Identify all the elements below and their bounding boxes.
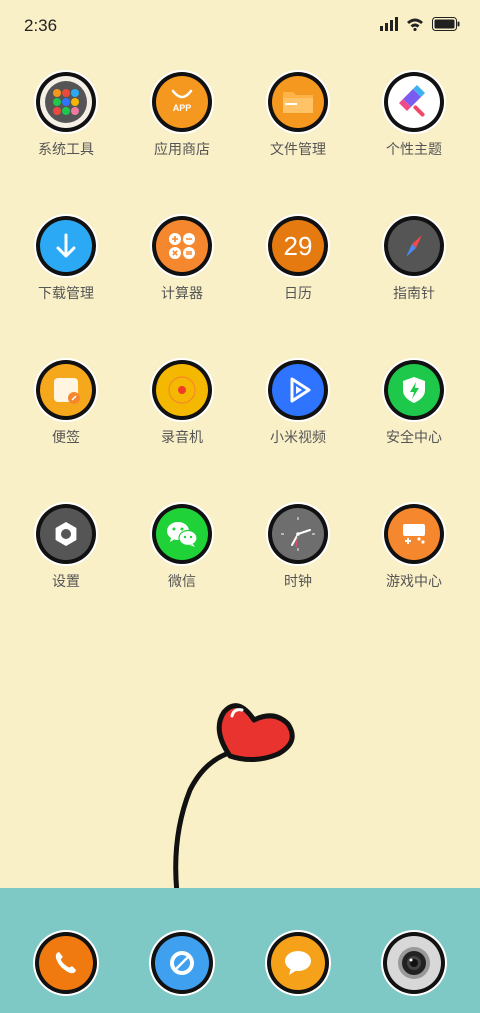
app-icon-ring [384, 504, 444, 564]
system-tools-icon [40, 76, 92, 128]
dock-browser[interactable] [151, 932, 213, 994]
app-store-icon: APP [156, 76, 208, 128]
app-label: 计算器 [161, 286, 203, 302]
app-icon-ring [152, 216, 212, 276]
app-icon-ring [36, 72, 96, 132]
battery-icon [432, 16, 460, 35]
app-wechat[interactable]: 微信 [124, 504, 240, 592]
app-app-store[interactable]: APP 应用商店 [124, 72, 240, 160]
calendar-icon: 29 [272, 220, 324, 272]
settings-icon [40, 508, 92, 560]
camera-icon [387, 936, 441, 990]
app-label: 时钟 [284, 574, 312, 590]
app-grid: 系统工具 APP 应用商店 文件管理 个性主题 下载管理 计算器 29 日历 指… [0, 72, 480, 592]
app-icon-ring [36, 504, 96, 564]
game-center-icon [388, 508, 440, 560]
signal-icon [380, 16, 398, 35]
wifi-icon [406, 16, 424, 35]
app-label: 个性主题 [386, 142, 442, 158]
wechat-icon [156, 508, 208, 560]
status-icons [380, 16, 460, 35]
app-icon-ring [268, 360, 328, 420]
app-icon-ring [36, 216, 96, 276]
app-icon-ring [384, 360, 444, 420]
app-recorder[interactable]: 录音机 [124, 360, 240, 448]
app-game-center[interactable]: 游戏中心 [356, 504, 472, 592]
app-label: 系统工具 [38, 142, 94, 158]
calendar-date: 29 [283, 230, 313, 261]
app-label: 安全中心 [386, 430, 442, 446]
phone-icon [39, 936, 93, 990]
download-icon [40, 220, 92, 272]
dock-camera[interactable] [383, 932, 445, 994]
app-calendar[interactable]: 29 日历 [240, 216, 356, 304]
app-system-tools[interactable]: 系统工具 [8, 72, 124, 160]
status-time: 2:36 [24, 16, 58, 35]
app-icon-ring: APP [152, 72, 212, 132]
app-notes[interactable]: 便签 [8, 360, 124, 448]
messages-icon [271, 936, 325, 990]
app-icon-ring: 29 [268, 216, 328, 276]
recorder-icon [156, 364, 208, 416]
app-file-manager[interactable]: 文件管理 [240, 72, 356, 160]
browser-icon [155, 936, 209, 990]
app-video[interactable]: 小米视频 [240, 360, 356, 448]
dock-phone[interactable] [35, 932, 97, 994]
app-label: 日历 [284, 286, 312, 302]
app-label: 录音机 [161, 430, 203, 446]
dock [0, 888, 480, 1013]
app-label: 游戏中心 [386, 574, 442, 590]
app-label: 应用商店 [154, 142, 210, 158]
theme-icon [388, 76, 440, 128]
status-bar: 2:36 [0, 0, 480, 52]
file-manager-icon [272, 76, 324, 128]
app-icon-ring [384, 216, 444, 276]
app-icon-ring [384, 72, 444, 132]
video-icon [272, 364, 324, 416]
app-label: 便签 [52, 430, 80, 446]
dock-messages[interactable] [267, 932, 329, 994]
app-icon-ring [152, 360, 212, 420]
app-label: 小米视频 [270, 430, 326, 446]
app-icon-ring [152, 504, 212, 564]
app-label: 微信 [168, 574, 196, 590]
app-download[interactable]: 下载管理 [8, 216, 124, 304]
calculator-icon [156, 220, 208, 272]
clock-icon [272, 508, 324, 560]
dock-row [0, 932, 480, 994]
notes-icon [40, 364, 92, 416]
app-label: 设置 [52, 574, 80, 590]
heart-balloon-icon [160, 703, 295, 906]
app-clock[interactable]: 时钟 [240, 504, 356, 592]
security-icon [388, 364, 440, 416]
app-security[interactable]: 安全中心 [356, 360, 472, 448]
app-theme[interactable]: 个性主题 [356, 72, 472, 160]
app-calculator[interactable]: 计算器 [124, 216, 240, 304]
app-label: 文件管理 [270, 142, 326, 158]
compass-icon [388, 220, 440, 272]
app-store-badge: APP [173, 103, 192, 113]
app-icon-ring [268, 504, 328, 564]
app-label: 下载管理 [38, 286, 94, 302]
app-settings[interactable]: 设置 [8, 504, 124, 592]
app-icon-ring [268, 72, 328, 132]
app-icon-ring [36, 360, 96, 420]
app-compass[interactable]: 指南针 [356, 216, 472, 304]
app-label: 指南针 [393, 286, 435, 302]
